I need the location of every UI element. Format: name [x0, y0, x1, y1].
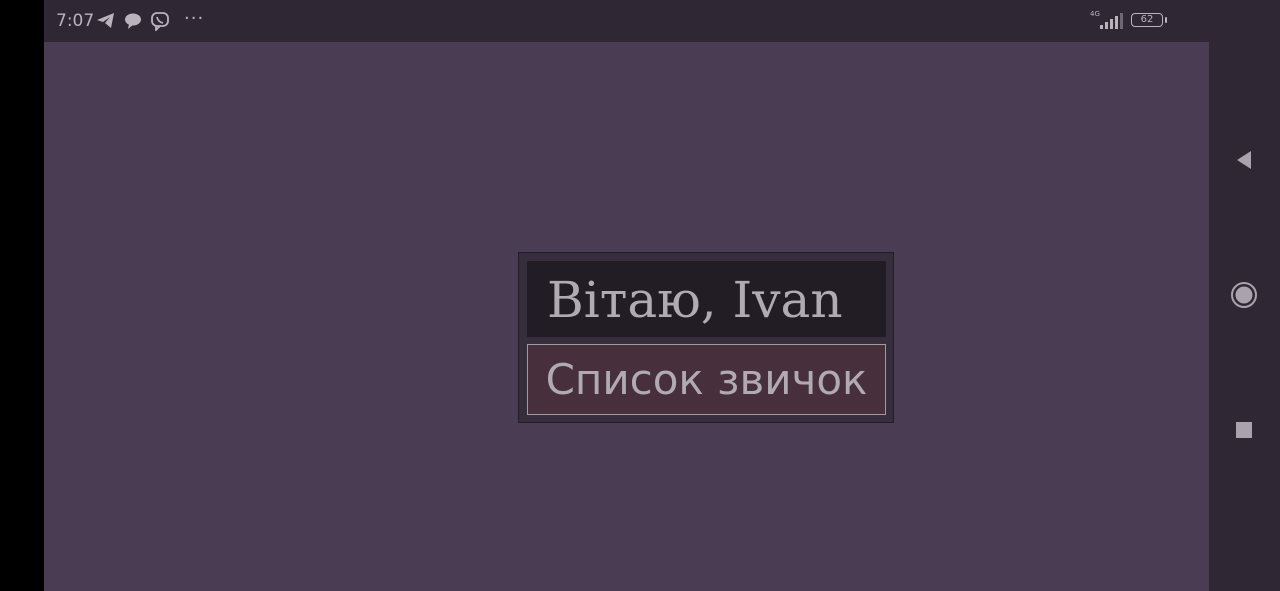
battery-icon: 62	[1131, 13, 1163, 27]
phone-screen: 7:07 ··· 4G 62 Вітаю, Ivan Список звичок	[0, 0, 1280, 591]
signal-strength-icon	[1100, 13, 1123, 29]
app-content: Вітаю, Ivan Список звичок	[44, 42, 1209, 591]
greeting-box: Вітаю, Ivan	[527, 261, 886, 337]
status-time: 7:07	[56, 11, 95, 31]
telegram-icon	[97, 13, 114, 28]
viber-icon	[151, 12, 169, 31]
chat-bubble-icon	[125, 13, 141, 29]
battery-tip	[1165, 17, 1167, 23]
back-icon[interactable]	[1229, 145, 1259, 175]
battery-level: 62	[1140, 14, 1154, 25]
greeting-text: Вітаю, Ivan	[547, 271, 843, 329]
habits-list-button[interactable]: Список звичок	[527, 344, 886, 415]
status-bar: 7:07 ··· 4G 62	[44, 0, 1280, 42]
recents-icon[interactable]	[1229, 415, 1259, 445]
screen-cutout	[0, 0, 44, 591]
more-notifications-indicator: ···	[184, 8, 205, 29]
welcome-panel: Вітаю, Ivan Список звичок	[518, 252, 894, 423]
navigation-bar	[1209, 42, 1280, 591]
home-icon[interactable]	[1229, 280, 1259, 310]
habits-list-button-label: Список звичок	[545, 355, 868, 404]
